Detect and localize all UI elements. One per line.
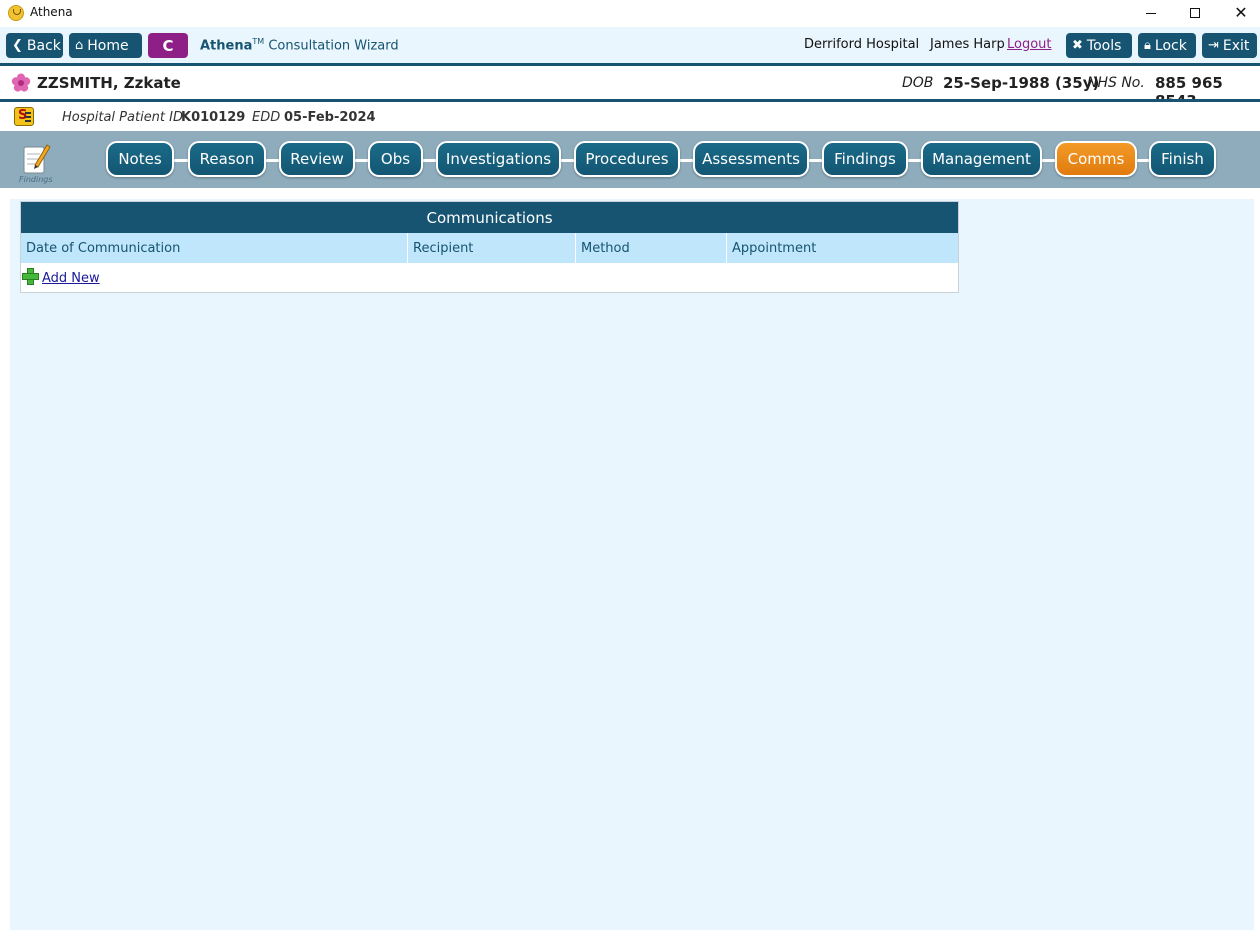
patient-name: ZZSMITH, Zzkate (37, 74, 181, 92)
column-header-method[interactable]: Method (576, 233, 727, 263)
exit-button[interactable]: ⇥ Exit (1202, 33, 1257, 58)
wizard-title: AthenaTM Consultation Wizard (200, 37, 399, 53)
dob-label: DOB (902, 75, 934, 91)
lock-button[interactable]: 🔒︎ Lock (1138, 33, 1196, 58)
patient-banner: ZZSMITH, Zzkate DOB 25-Sep-1988 (35y) NH… (0, 66, 1260, 110)
minimize-icon (1146, 12, 1156, 14)
exit-label: Exit (1222, 37, 1250, 54)
tools-label: Tools (1086, 37, 1122, 54)
tab-investigations[interactable]: Investigations (436, 141, 561, 177)
user-name: James Harp (930, 37, 1005, 52)
maximize-icon (1190, 8, 1200, 18)
column-header-date[interactable]: Date of Communication (21, 233, 408, 263)
tab-obs[interactable]: Obs (368, 141, 423, 177)
hospital-id-label: Hospital Patient ID (62, 110, 183, 125)
add-new-link[interactable]: Add New (42, 271, 100, 286)
summary-icon[interactable]: S (14, 107, 34, 126)
athena-logo-icon (8, 5, 24, 21)
patient-id-row: S Hospital Patient ID K010129 EDD 05-Feb… (0, 102, 1260, 131)
tab-procedures[interactable]: Procedures (574, 141, 680, 177)
tools-icon: ✖ (1072, 38, 1083, 53)
wizard-brand: Athena (200, 38, 253, 54)
column-header-recipient[interactable]: Recipient (408, 233, 576, 263)
close-icon: ✕ (1234, 3, 1248, 22)
exit-icon: ⇥ (1208, 38, 1219, 53)
edd-value: 05-Feb-2024 (284, 110, 376, 125)
c-label: C (162, 36, 174, 55)
findings-icon-caption: Findings (19, 175, 53, 184)
lock-icon: 🔒︎ (1144, 38, 1151, 53)
main-toolbar: ❮ Back ⌂ Home C AthenaTM Consultation Wi… (0, 27, 1260, 64)
minimize-button[interactable] (1128, 0, 1174, 26)
close-button[interactable]: ✕ (1218, 0, 1260, 26)
tab-review[interactable]: Review (279, 141, 355, 177)
column-header-appointment[interactable]: Appointment (727, 233, 958, 263)
dob-value: 25-Sep-1988 (35y) (943, 74, 1100, 92)
flower-icon (11, 73, 31, 92)
window-titlebar: Athena ✕ (0, 0, 1260, 26)
tab-management[interactable]: Management (921, 141, 1042, 177)
add-new-row: Add New (21, 263, 958, 292)
home-button[interactable]: ⌂ Home (69, 33, 142, 58)
back-label: Back (26, 37, 61, 54)
tools-button[interactable]: ✖ Tools (1066, 33, 1132, 58)
tab-assessments[interactable]: Assessments (693, 141, 809, 177)
lock-label: Lock (1154, 37, 1187, 54)
hospital-id-value: K010129 (181, 110, 246, 125)
chevron-left-icon: ❮ (12, 38, 23, 53)
c-button[interactable]: C (148, 33, 188, 58)
edd-label: EDD (252, 110, 281, 125)
home-label: Home (87, 37, 129, 54)
tab-findings[interactable]: Findings (822, 141, 908, 177)
tab-reason[interactable]: Reason (188, 141, 266, 177)
wizard-trademark: TM (252, 37, 265, 46)
home-icon: ⌂ (75, 38, 84, 53)
tab-notes[interactable]: Notes (106, 141, 174, 177)
communications-panel: Communications Date of Communication Rec… (20, 201, 959, 293)
nhs-label: NHS No. (1087, 75, 1145, 91)
back-button[interactable]: ❮ Back (6, 33, 63, 58)
logout-link[interactable]: Logout (1007, 37, 1052, 52)
hospital-name: Derriford Hospital (804, 37, 920, 52)
content-area (10, 199, 1254, 930)
communications-title: Communications (21, 202, 958, 233)
tab-finish[interactable]: Finish (1149, 141, 1216, 177)
maximize-button[interactable] (1172, 0, 1218, 26)
wizard-title-text: Consultation Wizard (268, 38, 399, 54)
tab-comms[interactable]: Comms (1055, 141, 1137, 177)
add-plus-icon[interactable] (22, 268, 39, 285)
window-title: Athena (30, 5, 73, 19)
